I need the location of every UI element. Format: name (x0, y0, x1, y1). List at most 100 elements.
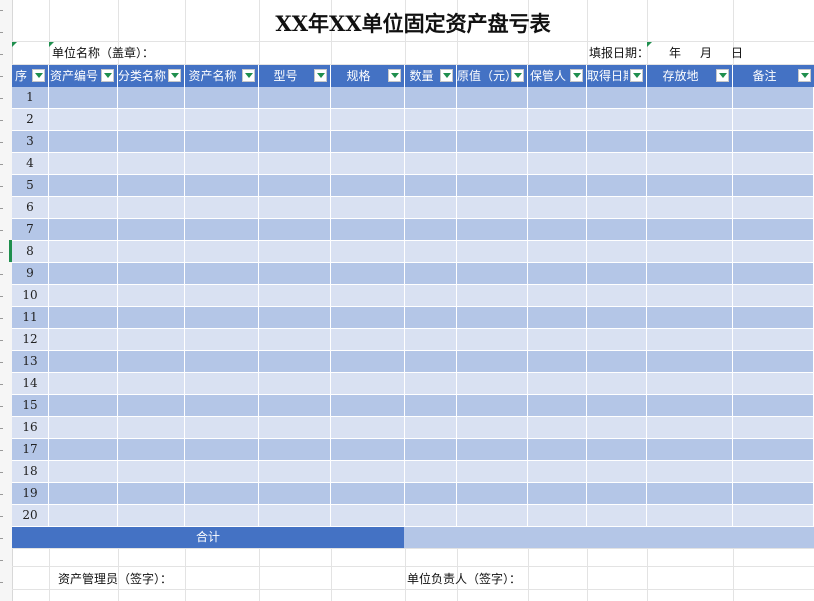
table-cell[interactable] (259, 417, 331, 439)
table-cell[interactable] (185, 351, 259, 373)
table-cell[interactable] (457, 131, 528, 153)
table-cell[interactable] (405, 307, 457, 329)
table-cell[interactable] (733, 131, 814, 153)
table-cell[interactable] (587, 153, 647, 175)
row-number-cell[interactable]: 1 (12, 87, 49, 109)
table-cell[interactable] (185, 131, 259, 153)
table-cell[interactable] (647, 329, 733, 351)
table-cell[interactable] (118, 373, 185, 395)
table-cell[interactable] (587, 197, 647, 219)
table-cell[interactable] (405, 131, 457, 153)
table-cell[interactable] (587, 307, 647, 329)
table-cell[interactable] (647, 439, 733, 461)
table-cell[interactable] (587, 483, 647, 505)
table-cell[interactable] (331, 219, 405, 241)
table-cell[interactable] (405, 439, 457, 461)
table-cell[interactable] (118, 285, 185, 307)
table-cell[interactable] (331, 351, 405, 373)
table-cell[interactable] (457, 483, 528, 505)
table-cell[interactable] (259, 263, 331, 285)
table-cell[interactable] (405, 395, 457, 417)
table-cell[interactable] (647, 285, 733, 307)
table-cell[interactable] (733, 241, 814, 263)
table-cell[interactable] (733, 219, 814, 241)
table-cell[interactable] (331, 263, 405, 285)
table-cell[interactable] (49, 131, 118, 153)
table-cell[interactable] (259, 87, 331, 109)
row-number-cell[interactable]: 10 (12, 285, 49, 307)
table-cell[interactable] (528, 483, 587, 505)
table-cell[interactable] (118, 219, 185, 241)
table-cell[interactable] (733, 461, 814, 483)
table-cell[interactable] (118, 351, 185, 373)
filter-dropdown-icon[interactable] (716, 69, 729, 82)
table-cell[interactable] (49, 395, 118, 417)
table-cell[interactable] (587, 439, 647, 461)
table-cell[interactable] (118, 417, 185, 439)
table-cell[interactable] (118, 395, 185, 417)
table-cell[interactable] (528, 373, 587, 395)
row-number-cell[interactable]: 17 (12, 439, 49, 461)
table-cell[interactable] (587, 285, 647, 307)
row-number-cell[interactable]: 3 (12, 131, 49, 153)
table-cell[interactable] (259, 505, 331, 527)
table-cell[interactable] (528, 131, 587, 153)
table-cell[interactable] (457, 175, 528, 197)
table-cell[interactable] (185, 219, 259, 241)
table-cell[interactable] (457, 219, 528, 241)
table-cell[interactable] (528, 439, 587, 461)
table-cell[interactable] (405, 153, 457, 175)
table-cell[interactable] (733, 285, 814, 307)
table-cell[interactable] (259, 131, 331, 153)
table-cell[interactable] (405, 505, 457, 527)
table-cell[interactable] (405, 417, 457, 439)
table-cell[interactable] (259, 241, 331, 263)
table-cell[interactable] (185, 109, 259, 131)
column-header-quantity[interactable]: 数量 (405, 65, 457, 87)
filter-dropdown-icon[interactable] (388, 69, 401, 82)
table-cell[interactable] (118, 87, 185, 109)
table-cell[interactable] (733, 307, 814, 329)
table-cell[interactable] (528, 307, 587, 329)
table-cell[interactable] (647, 87, 733, 109)
row-number-cell[interactable]: 15 (12, 395, 49, 417)
table-cell[interactable] (733, 87, 814, 109)
table-cell[interactable] (259, 483, 331, 505)
table-cell[interactable] (331, 417, 405, 439)
table-cell[interactable] (259, 175, 331, 197)
table-cell[interactable] (733, 439, 814, 461)
table-cell[interactable] (647, 417, 733, 439)
table-cell[interactable] (118, 197, 185, 219)
table-cell[interactable] (647, 505, 733, 527)
table-cell[interactable] (528, 285, 587, 307)
filter-dropdown-icon[interactable] (101, 69, 114, 82)
table-cell[interactable] (733, 263, 814, 285)
table-cell[interactable] (331, 241, 405, 263)
table-cell[interactable] (49, 307, 118, 329)
table-cell[interactable] (528, 241, 587, 263)
table-cell[interactable] (528, 395, 587, 417)
table-cell[interactable] (733, 153, 814, 175)
table-cell[interactable] (587, 461, 647, 483)
total-value-cell[interactable] (404, 527, 814, 548)
table-cell[interactable] (259, 219, 331, 241)
table-cell[interactable] (185, 263, 259, 285)
table-cell[interactable] (331, 329, 405, 351)
table-cell[interactable] (587, 241, 647, 263)
table-cell[interactable] (331, 109, 405, 131)
table-cell[interactable] (118, 241, 185, 263)
table-cell[interactable] (49, 241, 118, 263)
table-cell[interactable] (457, 263, 528, 285)
table-cell[interactable] (733, 351, 814, 373)
row-number-cell[interactable]: 8 (12, 241, 49, 263)
column-header-seq[interactable]: 序 (12, 65, 49, 87)
table-cell[interactable] (259, 197, 331, 219)
table-cell[interactable] (647, 373, 733, 395)
table-cell[interactable] (457, 505, 528, 527)
total-label-cell[interactable]: 合计 (12, 527, 404, 548)
row-number-cell[interactable]: 11 (12, 307, 49, 329)
column-header-location[interactable]: 存放地 (647, 65, 733, 87)
table-cell[interactable] (185, 483, 259, 505)
table-cell[interactable] (259, 307, 331, 329)
filter-dropdown-icon[interactable] (32, 69, 45, 82)
